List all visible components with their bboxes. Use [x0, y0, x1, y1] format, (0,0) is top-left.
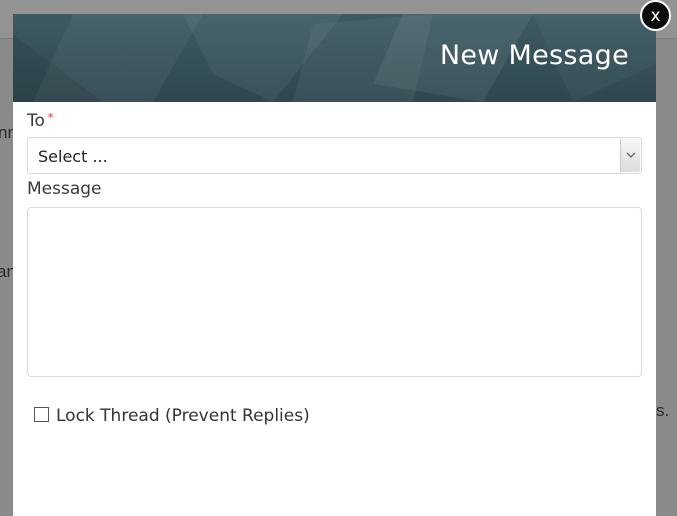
lock-thread-checkbox[interactable]	[34, 407, 49, 422]
message-textarea[interactable]	[27, 207, 642, 377]
close-button[interactable]: x	[640, 0, 671, 31]
message-label: Message	[27, 179, 102, 199]
new-message-modal: New Message To * Select ... Message Lock …	[13, 14, 656, 516]
recipient-select-value: Select ...	[38, 147, 108, 166]
required-marker: *	[47, 111, 54, 124]
background-text-fragment: s.	[656, 401, 670, 420]
to-label: To *	[27, 111, 53, 131]
chevron-down-icon[interactable]	[620, 139, 640, 172]
lock-thread-label[interactable]: Lock Thread (Prevent Replies)	[56, 406, 310, 426]
modal-title: New Message	[439, 40, 629, 71]
modal-header: New Message	[13, 14, 656, 102]
recipient-select[interactable]: Select ...	[27, 137, 642, 174]
to-label-text: To	[27, 111, 45, 131]
close-icon: x	[650, 5, 661, 26]
